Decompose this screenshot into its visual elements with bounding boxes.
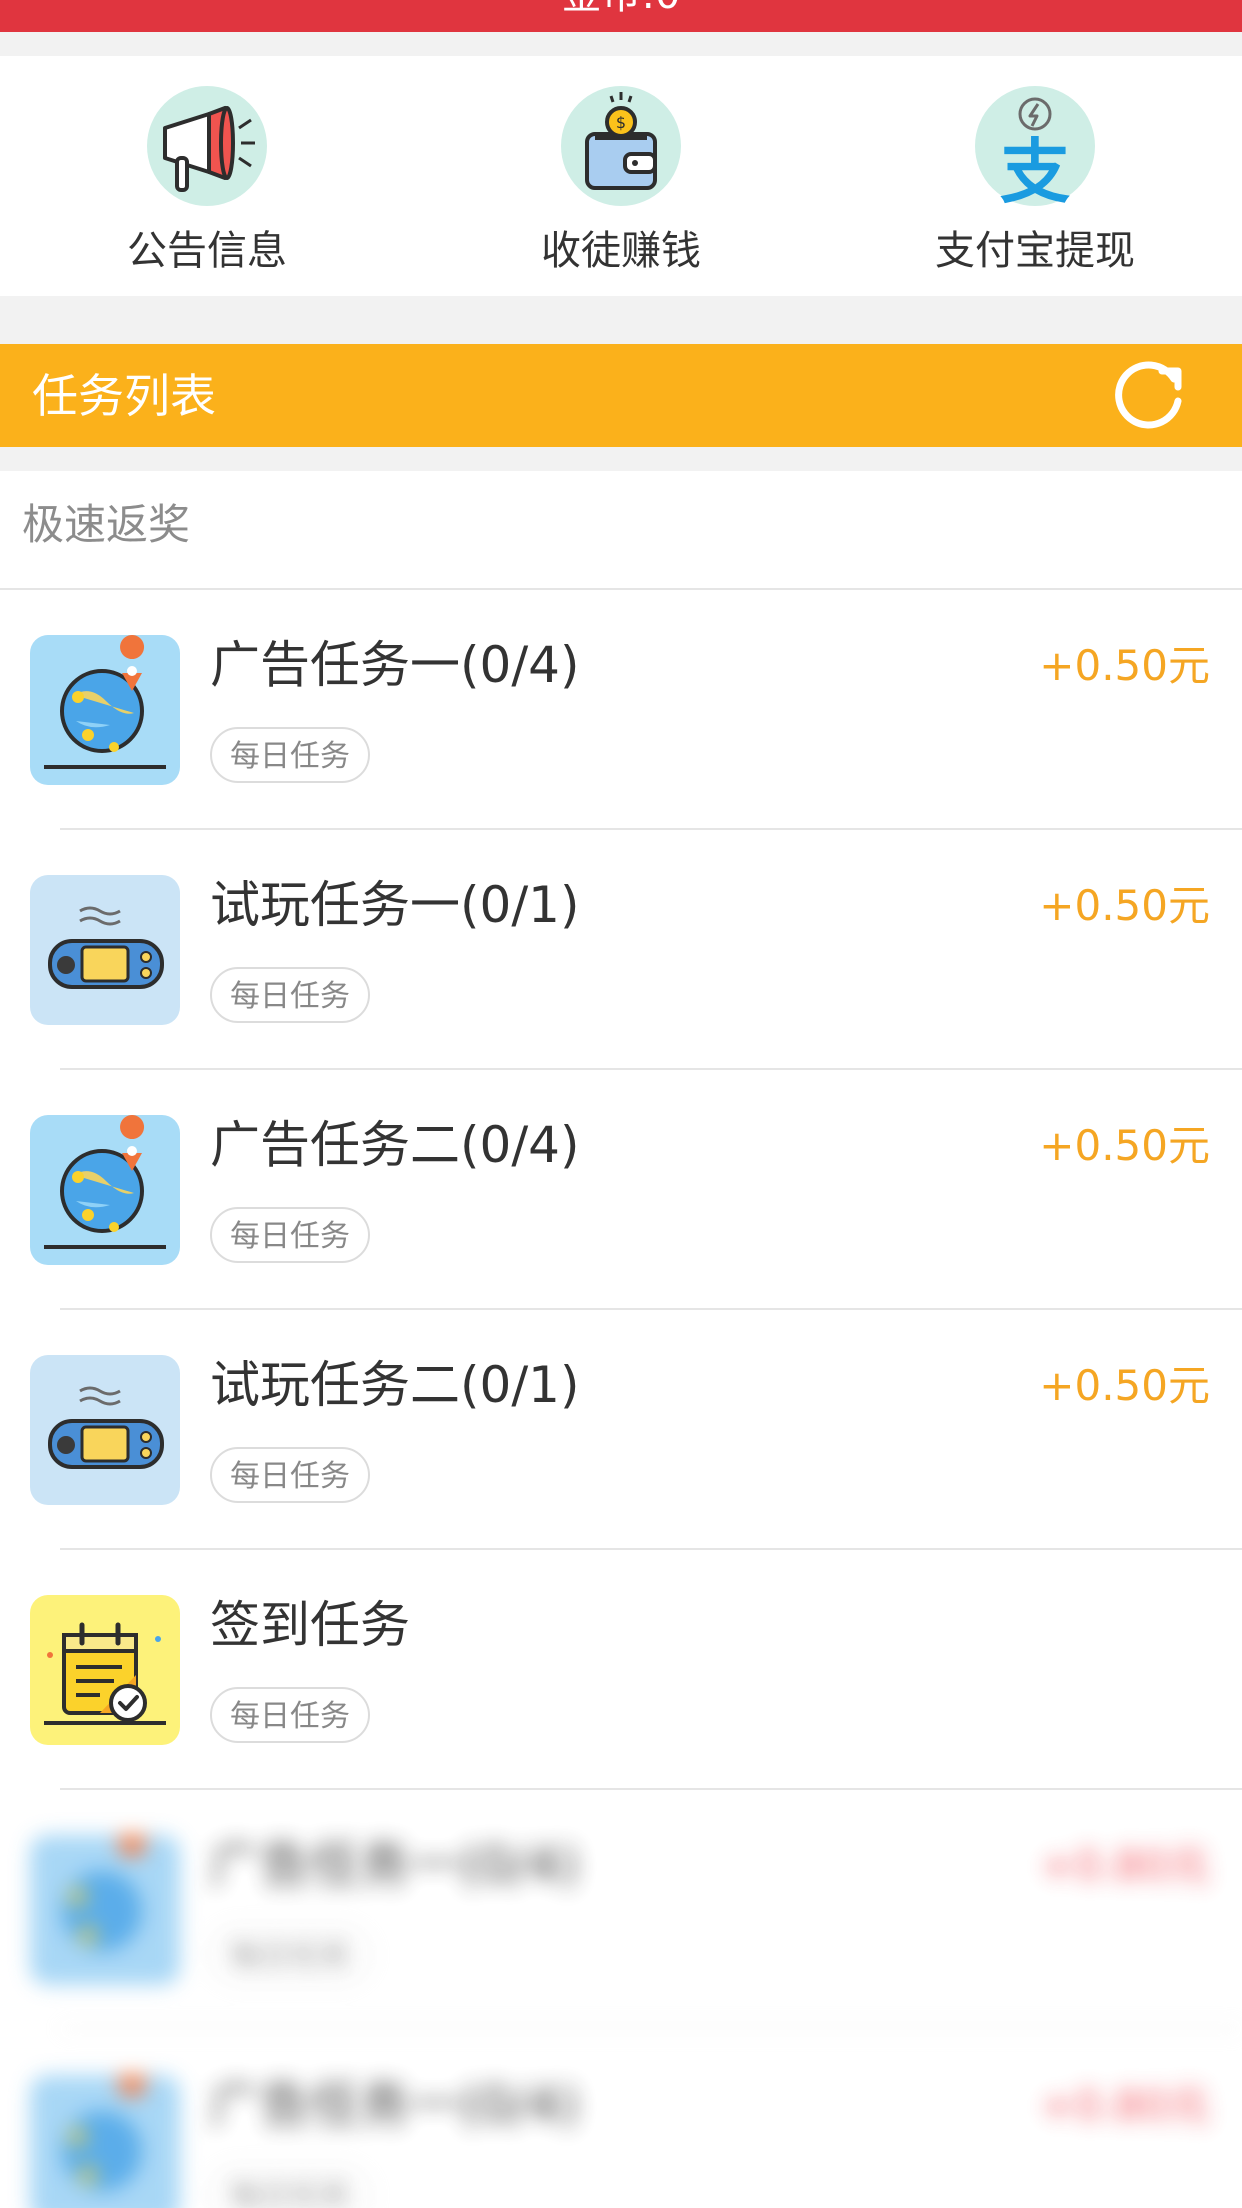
quick-action-recruit[interactable]: $ 收徒赚钱 — [414, 56, 828, 296]
task-title: 广告任务一(0/4) — [210, 636, 580, 694]
task-list-title: 任务列表 — [32, 369, 216, 423]
task-title: 广告任务一(0/4) — [210, 1836, 580, 1894]
megaphone-icon — [147, 86, 267, 206]
task-tag: 每日任务 — [210, 2167, 370, 2208]
page: 金币:0 公告信息 — [0, 0, 1242, 2208]
task-title: 试玩任务一(0/1) — [210, 876, 580, 934]
task-row[interactable]: 广告任务二(0/4) 每日任务 +0.50元 — [0, 1070, 1242, 1310]
task-row[interactable]: 试玩任务一(0/1) 每日任务 +0.50元 — [0, 830, 1242, 1070]
task-tag: 每日任务 — [210, 1207, 370, 1263]
refresh-icon — [1115, 361, 1182, 429]
task-reward: +0.50元 — [1039, 1121, 1210, 1170]
task-row[interactable]: 试玩任务二(0/1) 每日任务 +0.50元 — [0, 1310, 1242, 1550]
calendar-check-icon — [30, 1595, 180, 1745]
task-list: 极速返奖 广告任务一(0/4) 每日任务 +0.50元 试玩任务一(0/1) 每… — [0, 471, 1242, 2208]
quick-action-label: 收徒赚钱 — [541, 228, 701, 274]
refresh-button[interactable] — [1112, 357, 1188, 433]
gamepad-icon — [30, 875, 180, 1025]
task-tag: 每日任务 — [210, 727, 370, 783]
gamepad-icon — [30, 1355, 180, 1505]
task-row[interactable]: 广告任务一(0/4) 每日任务 +0.80元 — [0, 1790, 1242, 2030]
quick-action-alipay-withdraw[interactable]: 支 支付宝提现 — [828, 56, 1242, 296]
task-tag: 每日任务 — [210, 1927, 370, 1983]
task-row[interactable]: 广告任务一(0/4) 每日任务 +0.80元 — [0, 2030, 1242, 2208]
quick-actions: 公告信息 $ 收徒赚钱 支 支付宝提现 — [0, 56, 1242, 296]
quick-action-label: 支付宝提现 — [935, 228, 1135, 274]
task-title: 签到任务 — [210, 1596, 410, 1654]
task-list-header: 任务列表 — [0, 344, 1242, 447]
task-title: 试玩任务二(0/1) — [210, 1356, 580, 1414]
task-tag: 每日任务 — [210, 1687, 370, 1743]
quick-action-announcement[interactable]: 公告信息 — [0, 56, 414, 296]
task-reward: +0.50元 — [1039, 1361, 1210, 1410]
globe-map-icon — [30, 1835, 180, 1985]
globe-map-icon — [30, 635, 180, 785]
task-title: 广告任务一(0/4) — [210, 2076, 580, 2134]
task-reward: +0.50元 — [1039, 881, 1210, 930]
alipay-icon: 支 — [975, 86, 1095, 206]
globe-map-icon — [30, 1115, 180, 1265]
svg-text:支: 支 — [1000, 131, 1070, 206]
task-reward: +0.80元 — [1039, 2081, 1210, 2130]
task-row[interactable]: 广告任务一(0/4) 每日任务 +0.50元 — [0, 590, 1242, 830]
svg-text:$: $ — [616, 113, 626, 132]
task-tag: 每日任务 — [210, 1447, 370, 1503]
task-reward: +0.50元 — [1039, 641, 1210, 690]
task-reward: +0.80元 — [1039, 1841, 1210, 1890]
wallet-coin-icon: $ — [561, 86, 681, 206]
coin-balance: 金币:0 — [0, 0, 1242, 20]
task-row[interactable]: 签到任务 每日任务 — [0, 1550, 1242, 1790]
section-title: 极速返奖 — [22, 500, 191, 549]
quick-action-label: 公告信息 — [127, 228, 287, 274]
task-title: 广告任务二(0/4) — [210, 1116, 580, 1174]
task-tag: 每日任务 — [210, 967, 370, 1023]
top-bar: 金币:0 — [0, 0, 1242, 32]
globe-map-icon — [30, 2075, 180, 2208]
